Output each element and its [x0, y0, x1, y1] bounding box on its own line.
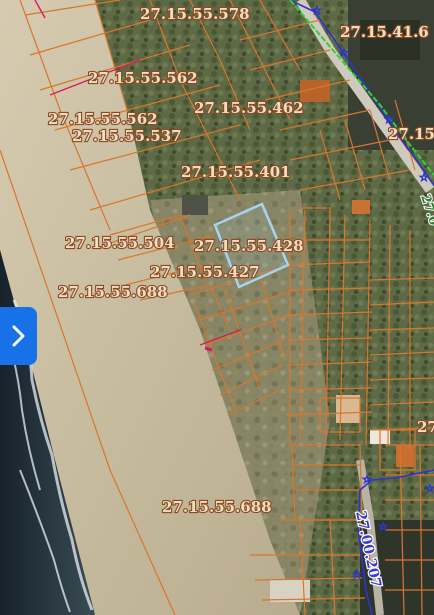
parcel-label[interactable]: 27.15.55.401 [180, 162, 292, 182]
parcel-label[interactable]: 27.15 [387, 124, 434, 144]
parcel-label[interactable]: 27.15.55.537 [71, 126, 183, 146]
chevron-right-icon [12, 325, 24, 347]
expand-panel-button[interactable] [0, 307, 37, 365]
parcel-label[interactable]: 27.15.55.428 [193, 236, 305, 256]
cadastral-map[interactable]: ☆ ☆ ☆ ☆ ☆ ☆ ☆ ☆ 27.15.55.578 27.15.41.6 … [0, 0, 434, 615]
parcel-label[interactable]: 27.15.55.688 [57, 282, 169, 302]
parcel-label[interactable]: 27.15.55.578 [139, 4, 251, 24]
star-marker-icon: ☆ [425, 482, 434, 495]
star-marker-icon: ☆ [378, 520, 388, 533]
star-marker-icon: ☆ [339, 46, 349, 59]
parcel-label[interactable]: 27.15.55.427 [149, 262, 261, 282]
parcel-label[interactable]: 27.15.55.562 [87, 68, 199, 88]
parcel-label[interactable]: 27.15.41.6 [339, 22, 430, 42]
parcel-label[interactable]: 27.15.55.504 [64, 233, 176, 253]
star-marker-icon: ☆ [352, 568, 362, 581]
parcel-label[interactable]: 27.15.55.462 [193, 98, 305, 118]
map-canvas[interactable]: ☆ ☆ ☆ ☆ ☆ ☆ ☆ ☆ 27.15.55.578 27.15.41.6 … [0, 0, 434, 615]
star-marker-icon: ☆ [312, 4, 322, 17]
parcel-label[interactable]: 27.15.55.562 [47, 109, 159, 129]
star-marker-icon: ☆ [419, 171, 429, 184]
parcel-label[interactable]: 27 [416, 417, 434, 437]
star-marker-icon: ☆ [362, 473, 372, 486]
parcel-label[interactable]: 27.15.55.688 [161, 497, 273, 517]
